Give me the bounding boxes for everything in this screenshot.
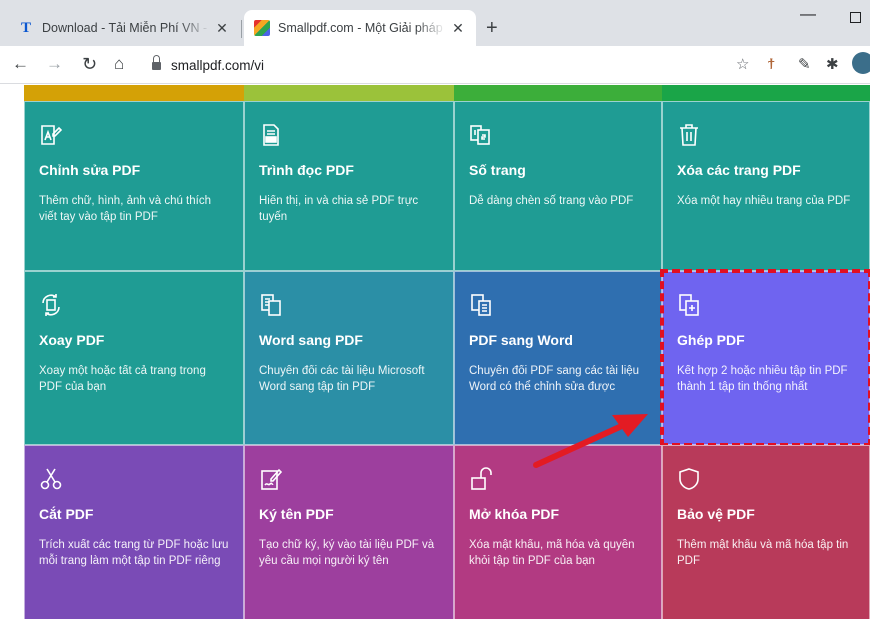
tool-description: Hiển thị, in và chia sẻ PDF trực tuyến — [259, 195, 419, 223]
tool-card-delete-pages[interactable]: Xóa các trang PDF Xóa một hay nhiều tran… — [662, 101, 870, 271]
shield-icon — [677, 467, 701, 491]
lock-icon — [152, 54, 161, 71]
page-numbers-icon — [469, 123, 493, 147]
tool-card-protect-pdf[interactable]: Bảo vệ PDF Thêm mật khẩu và mã hóa tập t… — [662, 445, 870, 619]
color-strip — [244, 85, 454, 101]
tool-name: Ghép PDF — [677, 332, 745, 348]
word-to-pdf-icon — [259, 293, 283, 317]
tool-description: Thêm mật khẩu và mã hóa tập tin PDF — [677, 539, 849, 567]
tool-description: Dễ dàng chèn số trang vào PDF — [469, 195, 634, 207]
tool-description: Thêm chữ, hình, ảnh và chú thích viết ta… — [39, 195, 211, 223]
browser-tab-inactive[interactable]: T Download - Tải Miễn Phí VN - Ph ✕ — [8, 10, 240, 46]
tool-card-page-numbers[interactable]: Số trang Dễ dàng chèn số trang vào PDF — [454, 101, 662, 271]
close-tab-icon[interactable]: ✕ — [450, 20, 466, 37]
tool-description: Xóa một hay nhiều trang của PDF — [677, 195, 851, 207]
pdf-reader-icon — [259, 123, 283, 147]
edit-pdf-icon — [39, 123, 63, 147]
reload-icon[interactable]: ↻ — [82, 54, 97, 74]
tab-title: Smallpdf.com - Một Giải pháp M — [278, 21, 446, 35]
scissors-icon — [39, 467, 63, 491]
tool-card-pdf-to-word[interactable]: PDF sang Word Chuyển đổi PDF sang các tà… — [454, 271, 662, 445]
tool-name: Bảo vệ PDF — [677, 506, 755, 522]
tool-card-merge-pdf[interactable]: Ghép PDF Kết hợp 2 hoặc nhiều tập tin PD… — [660, 269, 870, 447]
tool-card-unlock-pdf[interactable]: Mở khóa PDF Xóa mật khẩu, mã hóa và quyề… — [454, 445, 662, 619]
browser-toolbar: ← → ↻ ⌂ smallpdf.com/vi ☆ ϯ ✎ ✱ — [0, 46, 870, 84]
address-bar[interactable]: smallpdf.com/vi — [140, 50, 764, 80]
page-viewport: Chỉnh sửa PDF Thêm chữ, hình, ảnh và chú… — [0, 85, 870, 619]
browser-tab-active[interactable]: Smallpdf.com - Một Giải pháp M ✕ — [244, 10, 476, 46]
tool-description: Xóa mật khẩu, mã hóa và quyền khỏi tập t… — [469, 539, 635, 567]
rotate-icon — [39, 293, 63, 317]
trash-icon — [677, 123, 701, 147]
tool-card-sign-pdf[interactable]: Ký tên PDF Tạo chữ ký, ký vào tài liệu P… — [244, 445, 454, 619]
tool-card-rotate-pdf[interactable]: Xoay PDF Xoay một hoặc tất cả trang tron… — [24, 271, 244, 445]
tool-name: Word sang PDF — [259, 332, 363, 348]
tool-name: Trình đọc PDF — [259, 162, 354, 178]
tool-description: Kết hợp 2 hoặc nhiều tập tin PDF thành 1… — [677, 365, 848, 393]
unlock-icon — [469, 467, 493, 491]
tool-name: Mở khóa PDF — [469, 506, 560, 522]
tool-description: Xoay một hoặc tất cả trang trong PDF của… — [39, 365, 206, 393]
color-strip — [24, 85, 244, 101]
eyedropper-icon[interactable]: ✎ — [798, 56, 811, 74]
back-arrow-icon[interactable]: ← — [12, 54, 29, 74]
tool-description: Trích xuất các trang từ PDF hoặc lưu mỗi… — [39, 539, 229, 567]
maximize-window-button[interactable] — [850, 12, 861, 23]
tool-card-pdf-reader[interactable]: Trình đọc PDF Hiển thị, in và chia sẻ PD… — [244, 101, 454, 271]
tool-name: Xóa các trang PDF — [677, 162, 801, 178]
url-text: smallpdf.com/vi — [171, 57, 265, 73]
tool-name: Xoay PDF — [39, 332, 105, 348]
tool-name: PDF sang Word — [469, 332, 573, 348]
tool-name: Cắt PDF — [39, 506, 94, 522]
bookmark-star-icon[interactable]: ☆ — [736, 56, 749, 74]
merge-pdf-icon — [677, 293, 701, 317]
browser-tab-bar: T Download - Tải Miễn Phí VN - Ph ✕ Smal… — [0, 0, 870, 46]
color-strip — [454, 85, 662, 101]
profile-avatar[interactable] — [852, 52, 870, 74]
tool-name: Số trang — [469, 162, 526, 178]
tool-description: Chuyển đổi PDF sang các tài liệu Word có… — [469, 365, 640, 393]
pdf-to-word-icon — [469, 293, 493, 317]
tool-name: Ký tên PDF — [259, 506, 334, 522]
forward-arrow-icon[interactable]: → — [46, 54, 63, 74]
new-tab-button[interactable]: + — [486, 18, 498, 38]
sign-icon — [259, 467, 283, 491]
extensions-puzzle-icon[interactable]: ✱ — [826, 56, 839, 74]
tool-description: Chuyển đổi các tài liệu Microsoft Word s… — [259, 365, 425, 393]
tool-description: Tạo chữ ký, ký vào tài liệu PDF và yêu c… — [259, 539, 435, 567]
extension-hammer-icon[interactable]: ϯ — [768, 56, 775, 74]
smallpdf-favicon-icon — [254, 20, 270, 36]
tab-title: Download - Tải Miễn Phí VN - Ph — [42, 21, 210, 35]
tab-separator — [241, 20, 242, 38]
color-strip — [662, 85, 870, 101]
tool-name: Chỉnh sửa PDF — [39, 162, 141, 178]
thuthuat-favicon-icon: T — [20, 19, 31, 36]
tool-card-word-to-pdf[interactable]: Word sang PDF Chuyển đổi các tài liệu Mi… — [244, 271, 454, 445]
minimize-window-button[interactable]: — — [800, 6, 816, 24]
tool-card-split-pdf[interactable]: Cắt PDF Trích xuất các trang từ PDF hoặc… — [24, 445, 244, 619]
tool-card-edit-pdf[interactable]: Chỉnh sửa PDF Thêm chữ, hình, ảnh và chú… — [24, 101, 244, 271]
close-tab-icon[interactable]: ✕ — [214, 20, 230, 37]
home-icon[interactable]: ⌂ — [114, 54, 124, 74]
